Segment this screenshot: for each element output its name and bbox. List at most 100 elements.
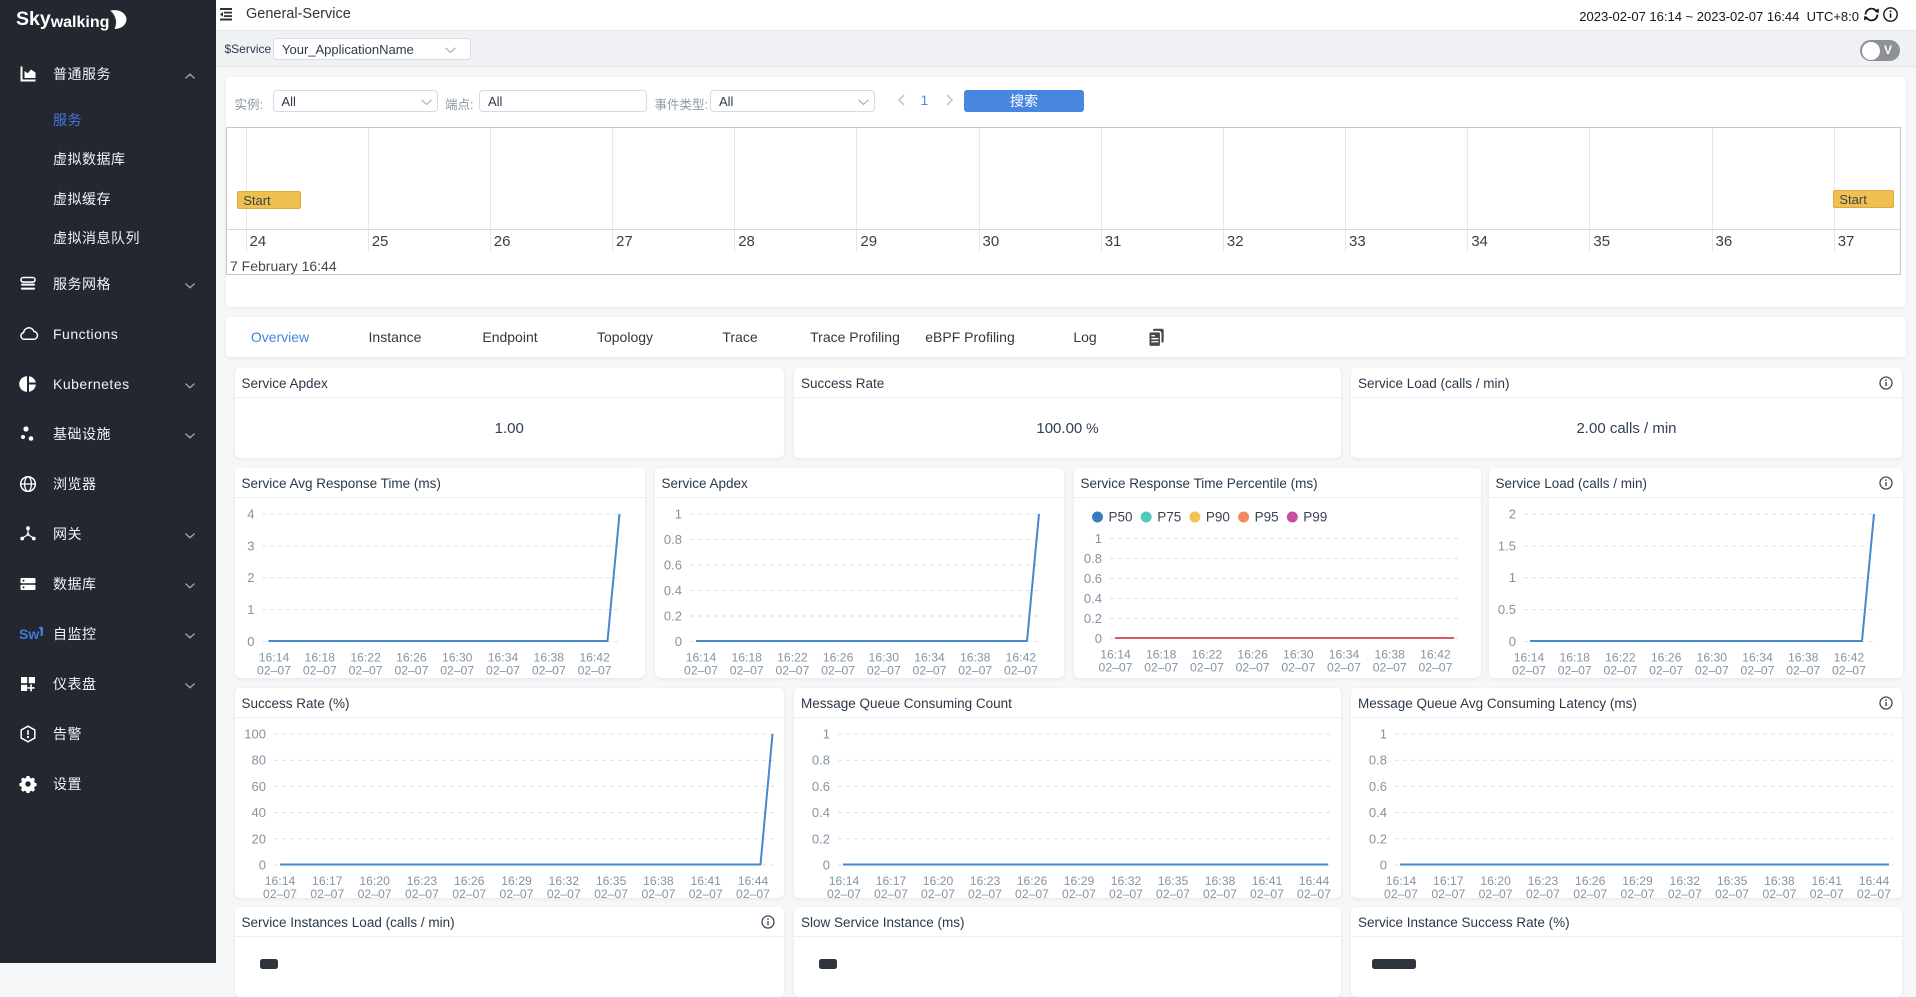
svg-text:0.6: 0.6 <box>663 558 681 573</box>
svg-text:1: 1 <box>1508 570 1515 585</box>
svg-text:60: 60 <box>251 779 265 794</box>
svg-text:16:26: 16:26 <box>1575 874 1606 888</box>
svg-text:16:29: 16:29 <box>1622 874 1653 888</box>
svg-text:02–07: 02–07 <box>866 664 900 678</box>
svg-text:02–07: 02–07 <box>531 664 565 678</box>
svg-text:16:18: 16:18 <box>1145 648 1176 662</box>
svg-text:1: 1 <box>1380 727 1387 742</box>
svg-text:02–07: 02–07 <box>1418 661 1452 675</box>
svg-text:16:18: 16:18 <box>731 651 762 665</box>
svg-text:0.6: 0.6 <box>1083 571 1101 586</box>
svg-text:16:14: 16:14 <box>264 874 295 888</box>
svg-text:02–07: 02–07 <box>1786 664 1820 678</box>
svg-text:16:30: 16:30 <box>868 651 899 665</box>
svg-text:02–07: 02–07 <box>684 664 718 678</box>
svg-text:02–07: 02–07 <box>958 664 992 678</box>
svg-text:02–07: 02–07 <box>1372 661 1406 675</box>
svg-text:0: 0 <box>247 634 254 649</box>
svg-text:02–07: 02–07 <box>1573 887 1607 898</box>
svg-text:0.8: 0.8 <box>663 532 681 547</box>
svg-text:P95: P95 <box>1254 510 1278 525</box>
svg-text:16:32: 16:32 <box>548 874 579 888</box>
svg-text:16:38: 16:38 <box>1787 651 1818 665</box>
svg-text:0.2: 0.2 <box>1083 611 1101 626</box>
svg-text:16:26: 16:26 <box>1650 651 1681 665</box>
svg-text:02–07: 02–07 <box>1109 887 1143 898</box>
svg-text:02–07: 02–07 <box>1281 661 1315 675</box>
svg-text:16:22: 16:22 <box>777 651 808 665</box>
svg-text:02–07: 02–07 <box>1715 887 1749 898</box>
svg-text:02–07: 02–07 <box>1603 664 1637 678</box>
svg-text:02–07: 02–07 <box>1015 887 1049 898</box>
svg-text:02–07: 02–07 <box>577 664 611 678</box>
svg-text:16:20: 16:20 <box>923 874 954 888</box>
svg-text:0.4: 0.4 <box>1083 591 1101 606</box>
svg-text:16:38: 16:38 <box>1764 874 1795 888</box>
svg-text:0.2: 0.2 <box>812 831 830 846</box>
svg-text:1: 1 <box>674 507 681 522</box>
svg-text:16:26: 16:26 <box>453 874 484 888</box>
svg-text:16:34: 16:34 <box>1742 651 1773 665</box>
svg-text:02–07: 02–07 <box>827 887 861 898</box>
svg-text:02–07: 02–07 <box>1512 664 1546 678</box>
svg-text:02–07: 02–07 <box>912 664 946 678</box>
svg-text:02–07: 02–07 <box>775 664 809 678</box>
svg-text:0.4: 0.4 <box>1369 805 1387 820</box>
svg-text:16:29: 16:29 <box>501 874 532 888</box>
svg-text:20: 20 <box>251 831 265 846</box>
svg-text:16:23: 16:23 <box>1528 874 1559 888</box>
svg-text:16:18: 16:18 <box>304 651 335 665</box>
svg-text:16:17: 16:17 <box>1433 874 1464 888</box>
svg-text:16:42: 16:42 <box>1833 651 1864 665</box>
svg-text:1: 1 <box>247 602 254 617</box>
svg-text:0: 0 <box>1508 634 1515 649</box>
svg-text:16:30: 16:30 <box>1696 651 1727 665</box>
svg-text:0: 0 <box>823 858 830 873</box>
svg-text:16:38: 16:38 <box>1374 648 1405 662</box>
svg-text:02–07: 02–07 <box>1526 887 1560 898</box>
svg-text:16:35: 16:35 <box>1717 874 1748 888</box>
svg-text:02–07: 02–07 <box>1649 664 1683 678</box>
svg-text:02–07: 02–07 <box>821 664 855 678</box>
svg-text:02–07: 02–07 <box>546 887 580 898</box>
svg-text:16:26: 16:26 <box>396 651 427 665</box>
svg-text:02–07: 02–07 <box>1384 887 1418 898</box>
svg-text:16:44: 16:44 <box>1299 874 1330 888</box>
svg-text:02–07: 02–07 <box>1694 664 1728 678</box>
svg-text:02–07: 02–07 <box>1668 887 1702 898</box>
svg-text:16:20: 16:20 <box>359 874 390 888</box>
svg-text:02–07: 02–07 <box>1621 887 1655 898</box>
svg-text:16:35: 16:35 <box>595 874 626 888</box>
svg-text:16:38: 16:38 <box>533 651 564 665</box>
svg-text:1: 1 <box>1094 531 1101 546</box>
svg-text:0.5: 0.5 <box>1497 602 1515 617</box>
svg-text:02–07: 02–07 <box>302 664 336 678</box>
svg-text:16:35: 16:35 <box>1158 874 1189 888</box>
svg-text:02–07: 02–07 <box>1740 664 1774 678</box>
svg-text:Sw: Sw <box>19 626 39 642</box>
svg-text:16:14: 16:14 <box>1513 651 1544 665</box>
svg-text:0.6: 0.6 <box>1369 779 1387 794</box>
svg-text:02–07: 02–07 <box>729 664 763 678</box>
svg-text:16:38: 16:38 <box>643 874 674 888</box>
svg-text:02–07: 02–07 <box>1810 887 1844 898</box>
svg-text:16:41: 16:41 <box>690 874 721 888</box>
svg-text:16:18: 16:18 <box>1559 651 1590 665</box>
svg-text:02–07: 02–07 <box>641 887 675 898</box>
svg-text:02–07: 02–07 <box>1062 887 1096 898</box>
svg-text:02–07: 02–07 <box>1857 887 1891 898</box>
svg-text:02–07: 02–07 <box>1831 664 1865 678</box>
svg-text:2: 2 <box>247 570 254 585</box>
svg-text:02–07: 02–07 <box>1003 664 1037 678</box>
svg-text:16:44: 16:44 <box>1859 874 1890 888</box>
svg-text:16:38: 16:38 <box>959 651 990 665</box>
svg-text:16:17: 16:17 <box>876 874 907 888</box>
svg-text:02–07: 02–07 <box>1250 887 1284 898</box>
svg-text:2: 2 <box>1508 507 1515 522</box>
svg-text:02–07: 02–07 <box>1235 661 1269 675</box>
svg-text:P50: P50 <box>1108 510 1132 525</box>
svg-text:16:34: 16:34 <box>1328 648 1359 662</box>
svg-text:0: 0 <box>1380 858 1387 873</box>
svg-text:16:32: 16:32 <box>1111 874 1142 888</box>
svg-text:16:30: 16:30 <box>1283 648 1314 662</box>
